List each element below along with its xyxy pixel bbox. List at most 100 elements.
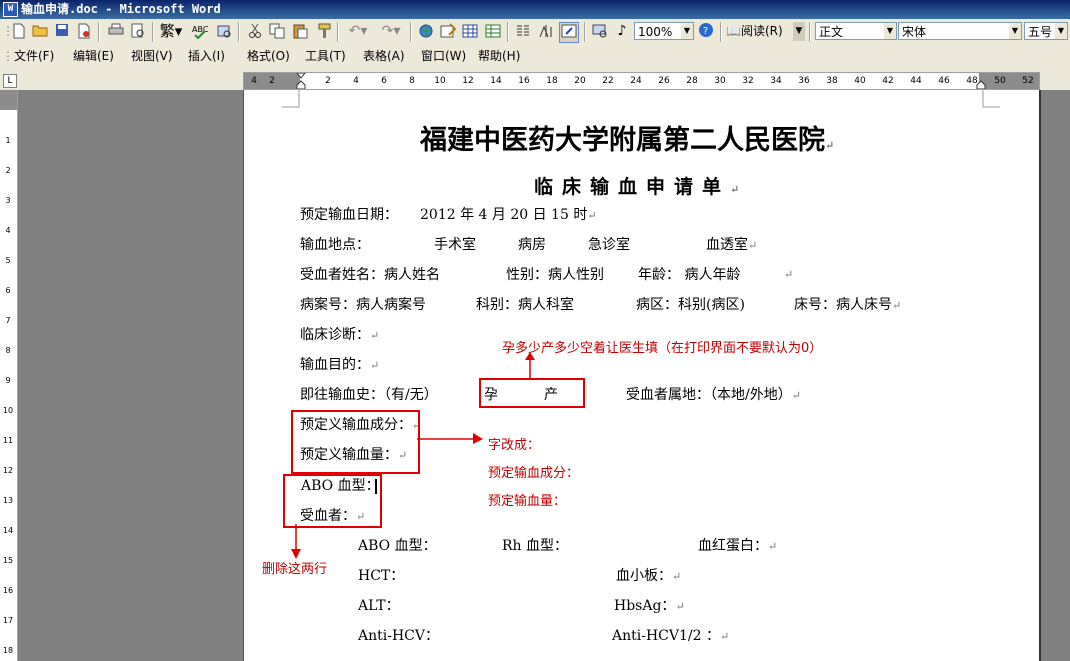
menu-grip[interactable]: ⋮ <box>2 48 14 64</box>
rename-note-heading: 字改成： <box>488 438 541 453</box>
ruler-tick: 50 <box>994 76 1006 86</box>
vruler-tick: 2 <box>5 166 11 175</box>
menu-bar: ⋮ 文件(F) 编辑(E) 视图(V) 插入(I) 格式(O) 工具(T) 表格… <box>0 45 1070 68</box>
alt-label: ALT： <box>358 598 400 614</box>
hemoglobin-label: 血红蛋白：↵ <box>698 538 778 554</box>
menu-tools[interactable]: 工具(T) <box>305 48 346 64</box>
ruler-tick: 14 <box>490 76 502 86</box>
place-emergency: 急诊室 <box>588 237 630 253</box>
tab-selector-icon[interactable]: L <box>3 74 17 88</box>
zoom-glass-icon[interactable] <box>590 22 610 43</box>
zoom-value: 100% <box>638 25 673 39</box>
research-pane-icon[interactable] <box>214 22 234 43</box>
purpose-label: 输血目的：↵ <box>300 357 380 373</box>
transfusion-history-label: 即往输血史：（有/无） <box>300 387 438 403</box>
columns-icon[interactable] <box>513 22 533 43</box>
toolbar-grip[interactable]: ⋮ <box>2 22 14 41</box>
annotation-box-delete <box>283 474 382 528</box>
anti-hiv-label: Anti-HCV1/2 ：↵ <box>612 628 730 644</box>
menu-help[interactable]: 帮助(H) <box>478 48 520 64</box>
vruler-tick: 9 <box>5 376 11 385</box>
ruler-tick: 4 <box>353 76 359 86</box>
read-mode-label: 阅读(R) <box>740 24 783 38</box>
paragraph-mark: ↵ <box>784 268 794 281</box>
research-icon[interactable]: 繁▾ <box>158 22 184 41</box>
patient-name-label: 受血者姓名：病人姓名 <box>300 267 440 283</box>
standard-toolbar: ⋮ 繁▾ ABC ↶▾ ↷▾ ♪ 100% ▼ ? 📖阅读(R) ▼ 正文 ▼ … <box>0 19 1070 46</box>
vruler-tick: 1 <box>5 136 11 145</box>
document-map-icon[interactable] <box>559 22 579 43</box>
ruler-tick: 22 <box>602 76 614 86</box>
ward-label: 病区：科别(病区) <box>636 297 745 313</box>
vruler-tick: 7 <box>5 316 11 325</box>
save-icon[interactable] <box>52 22 72 43</box>
font-select[interactable]: 宋体 ▼ <box>898 22 1022 40</box>
menu-table[interactable]: 表格(A) <box>363 48 405 64</box>
vruler-tick: 14 <box>2 526 14 535</box>
menu-file[interactable]: 文件(F) <box>14 48 54 64</box>
form-subtitle: 临床输血申请单↵ <box>534 176 749 198</box>
new-icon[interactable] <box>9 22 29 43</box>
print-preview-icon[interactable] <box>128 22 148 43</box>
vruler-tick: 6 <box>5 286 11 295</box>
rh-type-label: Rh 血型： <box>502 538 569 554</box>
ruler-tick: 2 <box>269 76 275 86</box>
horizontal-ruler[interactable]: 4 2 2 4 6 8 10 12 14 16 18 20 22 24 26 2… <box>243 72 1040 90</box>
ruler-tick: 2 <box>325 76 331 86</box>
first-line-indent-marker[interactable] <box>295 72 307 90</box>
format-painter-icon[interactable] <box>314 22 334 43</box>
menu-edit[interactable]: 编辑(E) <box>73 48 114 64</box>
ruler-tick: 10 <box>434 76 446 86</box>
document-page[interactable]: 福建中医药大学附属第二人民医院↵ 临床输血申请单↵ 预定输血日期： 2012 年… <box>243 90 1041 661</box>
spelling-icon[interactable]: ABC <box>190 22 210 43</box>
vertical-ruler[interactable]: 1 2 3 4 5 6 7 8 9 10 11 12 13 14 15 16 1… <box>0 90 18 661</box>
right-indent-marker[interactable] <box>976 73 986 90</box>
vruler-tick: 13 <box>2 496 14 505</box>
vruler-tick: 17 <box>2 616 14 625</box>
copy-icon[interactable] <box>267 22 287 43</box>
style-select[interactable]: 正文 ▼ <box>815 22 897 40</box>
tables-borders-icon[interactable] <box>438 22 458 43</box>
insert-table-icon[interactable] <box>460 22 480 43</box>
menu-window[interactable]: 窗口(W) <box>421 48 466 64</box>
vruler-tick: 16 <box>2 586 14 595</box>
undo-icon[interactable]: ↶▾ <box>343 22 373 41</box>
menu-view[interactable]: 视图(V) <box>131 48 173 64</box>
book-icon: 📖 <box>726 24 741 38</box>
chevron-down-icon[interactable]: ▼ <box>1009 23 1021 39</box>
read-mode-button[interactable]: 📖阅读(R) <box>726 22 790 41</box>
open-icon[interactable] <box>30 22 50 43</box>
print-icon[interactable] <box>106 22 126 43</box>
cut-icon[interactable] <box>245 22 265 43</box>
font-size-select[interactable]: 五号 ▼ <box>1024 22 1068 40</box>
vruler-tick: 18 <box>2 646 14 655</box>
redo-icon[interactable]: ↷▾ <box>376 22 406 41</box>
ruler-tick: 18 <box>546 76 558 86</box>
paste-icon[interactable] <box>290 22 310 43</box>
chevron-down-icon[interactable]: ▼ <box>681 23 693 39</box>
patient-age-label: 年龄： 病人年龄 <box>638 267 741 283</box>
hyperlink-icon[interactable] <box>416 22 436 43</box>
toolbar-options-icon[interactable]: ▼ <box>793 22 805 41</box>
chevron-down-icon[interactable]: ▼ <box>884 23 896 39</box>
help-icon[interactable]: ? <box>697 22 715 41</box>
word-app-icon: W <box>3 2 18 17</box>
menu-insert[interactable]: 插入(I) <box>188 48 225 64</box>
vruler-tick: 15 <box>2 556 14 565</box>
show-hide-icon[interactable]: ♪ <box>613 22 631 41</box>
vruler-tick: 11 <box>2 436 14 445</box>
font-size-value: 五号 <box>1028 25 1053 39</box>
case-number-label: 病案号：病人病案号 <box>300 297 426 313</box>
place-ward: 病房 <box>518 237 546 253</box>
transfusion-place-label: 输血地点： <box>300 237 370 253</box>
permission-icon[interactable] <box>74 22 94 43</box>
delete-note: 删除这两行 <box>262 562 328 577</box>
ruler-tick: 12 <box>462 76 474 86</box>
zoom-select[interactable]: 100% ▼ <box>634 22 694 40</box>
drawing-icon[interactable] <box>536 22 556 43</box>
chevron-down-icon[interactable]: ▼ <box>1055 23 1067 39</box>
vruler-tick: 10 <box>2 406 14 415</box>
menu-format[interactable]: 格式(O) <box>247 48 290 64</box>
insert-excel-icon[interactable] <box>483 22 503 43</box>
hbsag-label: HbsAg：↵ <box>614 598 685 614</box>
